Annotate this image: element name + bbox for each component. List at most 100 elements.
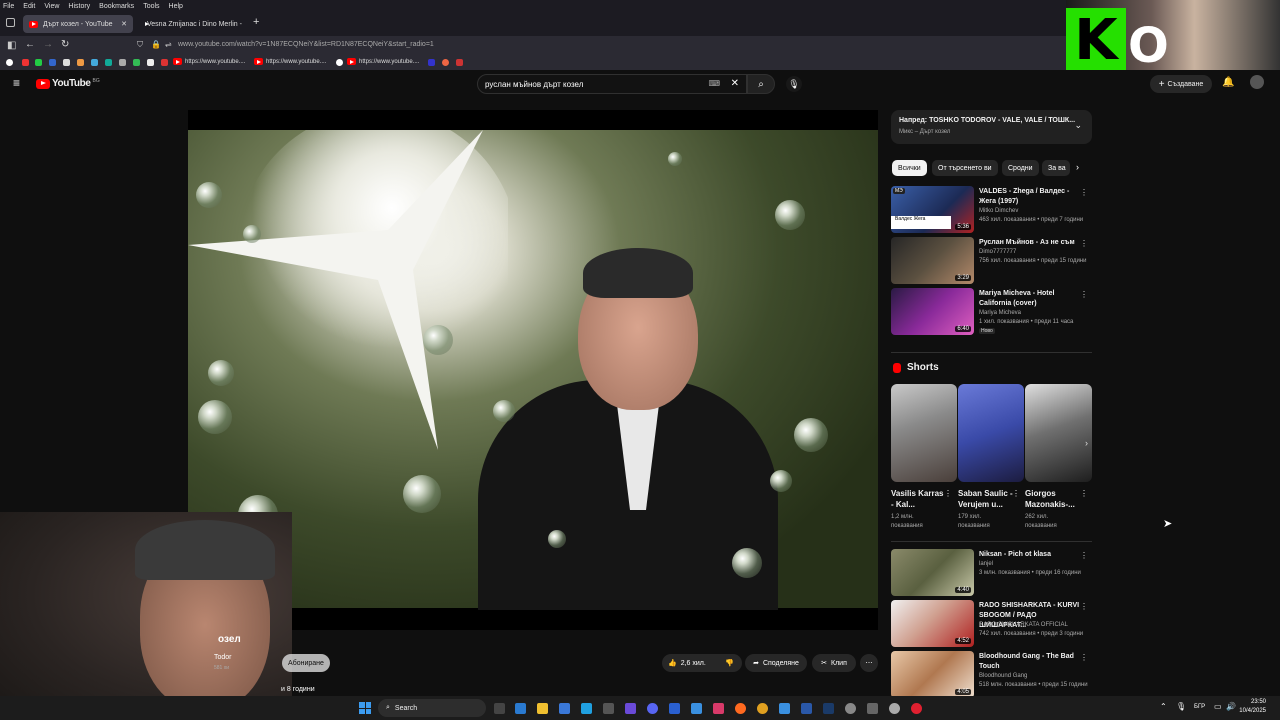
tab-list-icon[interactable] bbox=[6, 18, 15, 27]
voice-search-button[interactable]: 🎙 bbox=[786, 76, 802, 92]
app-icon[interactable] bbox=[779, 703, 790, 714]
bookmark-icon[interactable] bbox=[147, 59, 154, 66]
list-item[interactable]: МЭ Валдес Жега 5:36 VALDES - Zhega / Вал… bbox=[891, 186, 1092, 234]
bookmark-icon[interactable] bbox=[456, 59, 463, 66]
chevron-down-icon[interactable]: ⌄ bbox=[1074, 120, 1082, 131]
channel-name[interactable]: lanjel bbox=[979, 561, 993, 567]
bookmark-youtube-2[interactable]: https://www.youtube.... bbox=[254, 58, 326, 65]
more-vertical-icon[interactable]: ⋮ bbox=[1080, 653, 1088, 662]
search-input[interactable]: руслан мъйнов дърт козел ⌨ ✕ bbox=[477, 74, 747, 94]
menu-help[interactable]: Help bbox=[169, 3, 183, 10]
app-icon[interactable] bbox=[625, 703, 636, 714]
taskbar-search[interactable]: ⌕ Search bbox=[378, 699, 486, 717]
bookmark-icon[interactable] bbox=[336, 59, 343, 66]
short-title[interactable]: Giorgos Mazonakis-... bbox=[1025, 488, 1081, 510]
app-icon[interactable] bbox=[603, 703, 614, 714]
chip-all[interactable]: Всички bbox=[892, 160, 927, 176]
video-thumbnail[interactable]: 4:52 bbox=[891, 600, 974, 647]
list-item[interactable]: 4:40 Niksan - Pich ot klasa lanjel 3 млн… bbox=[891, 549, 1092, 597]
playlist-up-next-panel[interactable]: Напред: TOSHKO TODOROV - VALE, VALE / ТО… bbox=[891, 110, 1092, 144]
menu-history[interactable]: History bbox=[68, 3, 90, 10]
share-button[interactable]: ➦ Споделяне bbox=[745, 654, 807, 672]
video-title[interactable]: Bloodhound Gang - The Bad Touch bbox=[979, 652, 1084, 672]
app-icon[interactable] bbox=[559, 703, 570, 714]
menu-tools[interactable]: Tools bbox=[143, 3, 159, 10]
chip-related[interactable]: Сродни bbox=[1002, 160, 1039, 176]
bookmark-icon[interactable] bbox=[428, 59, 435, 66]
list-item[interactable]: 3:29 Руслан Мъйнов - Аз не съм Dimo77777… bbox=[891, 237, 1092, 285]
app-icon[interactable] bbox=[801, 703, 812, 714]
more-vertical-icon[interactable]: ⋮ bbox=[1080, 489, 1088, 498]
search-button[interactable]: ⌕ bbox=[747, 74, 775, 94]
chevron-right-icon[interactable]: › bbox=[1085, 438, 1088, 448]
video-thumbnail[interactable]: МЭ Валдес Жега 5:36 bbox=[891, 186, 974, 233]
more-vertical-icon[interactable]: ⋮ bbox=[1080, 290, 1088, 299]
app-icon[interactable] bbox=[911, 703, 922, 714]
menu-file[interactable]: File bbox=[3, 3, 14, 10]
more-vertical-icon[interactable]: ⋮ bbox=[1080, 188, 1088, 197]
app-icon[interactable] bbox=[867, 703, 878, 714]
video-title[interactable]: Руслан Мъйнов - Аз не съм bbox=[979, 238, 1084, 248]
bookmark-icon[interactable] bbox=[77, 59, 84, 66]
chip-from-search[interactable]: От търсенето ви bbox=[932, 160, 998, 176]
clip-button[interactable]: ✂ Клип bbox=[812, 654, 856, 672]
discord-icon[interactable] bbox=[647, 703, 658, 714]
app-icon[interactable] bbox=[515, 703, 526, 714]
bookmark-icon[interactable] bbox=[63, 59, 70, 66]
bookmark-icon[interactable] bbox=[22, 59, 29, 66]
channel-name[interactable]: Dimo7777777 bbox=[979, 249, 1016, 255]
video-thumbnail[interactable]: 3:29 bbox=[891, 237, 974, 284]
menu-bookmarks[interactable]: Bookmarks bbox=[99, 3, 134, 10]
app-icon[interactable] bbox=[581, 703, 592, 714]
app-icon[interactable] bbox=[691, 703, 702, 714]
close-icon[interactable]: ✕ bbox=[121, 20, 127, 28]
bookmark-icon[interactable] bbox=[161, 59, 168, 66]
like-dislike-button[interactable]: 👍 2,6 хил. 👎 bbox=[662, 654, 742, 672]
list-item[interactable]: 4:52 RADO SHISHARKATA - KURVI SBOGOM / Р… bbox=[891, 600, 1092, 648]
windows-start-icon[interactable] bbox=[359, 702, 371, 714]
notifications-bell-icon[interactable]: 🔔 bbox=[1222, 77, 1234, 88]
more-vertical-icon[interactable]: ⋮ bbox=[1080, 602, 1088, 611]
task-view-icon[interactable] bbox=[494, 703, 505, 714]
bookmark-icon[interactable] bbox=[105, 59, 112, 66]
chevron-right-icon[interactable]: › bbox=[1076, 162, 1079, 172]
short-thumbnail[interactable] bbox=[958, 384, 1024, 482]
list-item[interactable]: 4:05 Bloodhound Gang - The Bad Touch Blo… bbox=[891, 651, 1092, 696]
lock-icon[interactable]: 🔒 bbox=[151, 40, 161, 49]
subscribe-button[interactable]: Абониране bbox=[282, 654, 330, 672]
more-vertical-icon[interactable]: ⋮ bbox=[1080, 551, 1088, 560]
microphone-icon[interactable]: 🎙 bbox=[1176, 702, 1186, 711]
channel-name[interactable]: Bloodhound Gang bbox=[979, 673, 1027, 679]
more-vertical-icon[interactable]: ⋮ bbox=[1012, 489, 1020, 498]
keyboard-icon[interactable]: ⌨ bbox=[708, 79, 720, 88]
short-title[interactable]: Saban Saulic - Verujem u... bbox=[958, 488, 1014, 510]
short-title[interactable]: Vasilis Karras - Kal... bbox=[891, 488, 947, 510]
volume-icon[interactable]: 🔊 bbox=[1226, 702, 1236, 711]
network-icon[interactable]: ▭ bbox=[1214, 702, 1222, 711]
video-title[interactable]: Niksan - Pich ot klasa bbox=[979, 550, 1084, 560]
video-thumbnail[interactable]: 6:40 bbox=[891, 288, 974, 335]
hamburger-menu-icon[interactable]: ≡ bbox=[13, 76, 20, 90]
tab-active[interactable]: Дърт козел - YouTube ✕ bbox=[23, 15, 133, 33]
more-vertical-icon[interactable]: ⋮ bbox=[944, 489, 952, 498]
list-item[interactable]: 6:40 Mariya Micheva - Hotel California (… bbox=[891, 288, 1092, 336]
url-bar[interactable]: www.youtube.com/watch?v=1N87ECQNeiY&list… bbox=[178, 41, 434, 48]
channel-name[interactable]: Todor bbox=[214, 654, 232, 661]
channel-name[interactable]: Mitko Dimchev bbox=[979, 208, 1018, 214]
app-icon[interactable] bbox=[669, 703, 680, 714]
firefox-icon[interactable] bbox=[735, 703, 746, 714]
chrome-icon[interactable] bbox=[757, 703, 768, 714]
youtube-logo[interactable]: YouTube BG bbox=[36, 78, 100, 89]
bookmark-icon[interactable] bbox=[91, 59, 98, 66]
more-vertical-icon[interactable]: ⋮ bbox=[1080, 239, 1088, 248]
clock[interactable]: 23:50 10/4/2025 bbox=[1239, 698, 1266, 716]
new-tab-icon[interactable]: + bbox=[253, 16, 259, 28]
github-icon[interactable] bbox=[6, 59, 13, 66]
permissions-icon[interactable]: ⇌ bbox=[165, 40, 172, 49]
short-thumbnail[interactable] bbox=[891, 384, 957, 482]
forward-icon[interactable]: → bbox=[43, 39, 53, 50]
language-indicator[interactable]: БГР bbox=[1194, 704, 1205, 710]
bookmark-youtube-3[interactable]: https://www.youtube.... bbox=[347, 58, 419, 65]
steam-icon[interactable] bbox=[823, 703, 834, 714]
file-explorer-icon[interactable] bbox=[537, 703, 548, 714]
